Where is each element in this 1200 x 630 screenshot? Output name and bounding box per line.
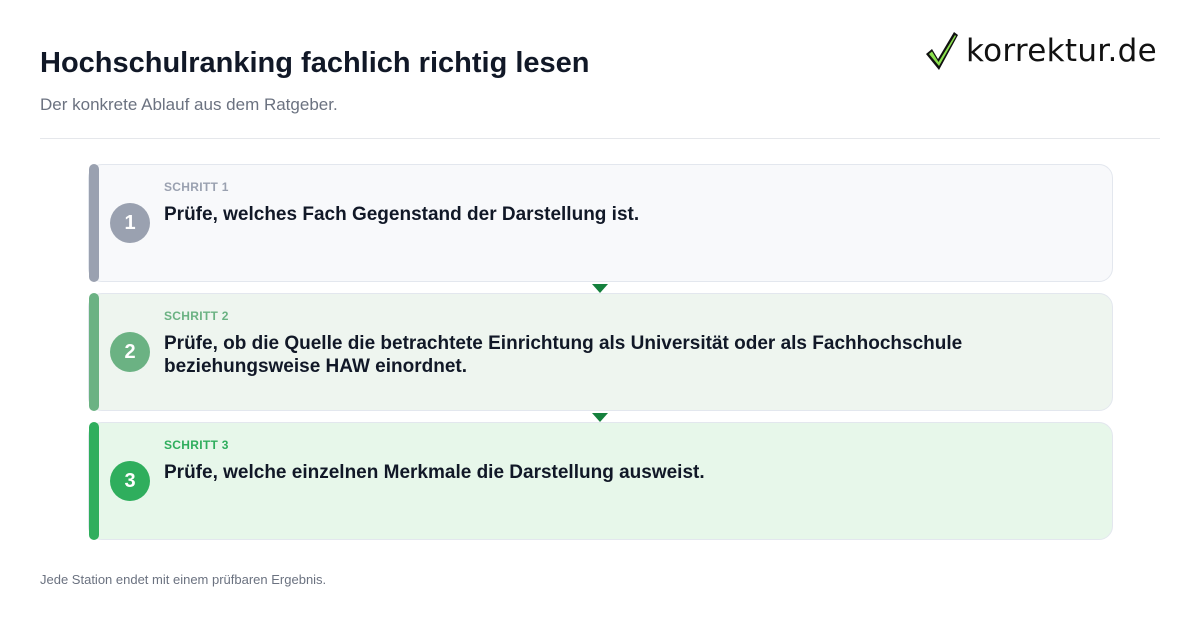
step-text: Prüfe, ob die Quelle die betrachtete Ein… xyxy=(164,333,963,377)
step-number-badge: 1 xyxy=(110,203,150,243)
page-subtitle: Der konkrete Ablauf aus dem Ratgeber. xyxy=(40,95,338,114)
step-accent-bar xyxy=(89,164,99,282)
footer-note: Jede Station endet mit einem prüfbaren E… xyxy=(40,572,327,587)
flow-arrow-icon xyxy=(592,413,608,422)
step-text: Prüfe, welche einzelnen Merkmale die Dar… xyxy=(164,462,705,483)
step-number-badge: 3 xyxy=(110,461,150,501)
step-card-3: 3 SCHRITT 3 Prüfe, welche einzelnen Merk… xyxy=(88,422,1113,540)
flow-arrow-icon xyxy=(592,284,608,293)
step-card-2: 2 SCHRITT 2 Prüfe, ob die Quelle die bet… xyxy=(88,293,1113,411)
step-accent-bar xyxy=(89,422,99,540)
header-divider xyxy=(40,138,1160,139)
step-accent-bar xyxy=(89,293,99,411)
steps-flow: 1 SCHRITT 1 Prüfe, welches Fach Gegensta… xyxy=(88,164,1113,551)
step-text: Prüfe, welches Fach Gegenstand der Darst… xyxy=(164,204,640,225)
step-label: SCHRITT 1 xyxy=(164,180,229,194)
logo-text: korrektur.de xyxy=(965,33,1157,69)
step-card-1: 1 SCHRITT 1 Prüfe, welches Fach Gegensta… xyxy=(88,164,1113,282)
brand-logo[interactable]: korrektur.de xyxy=(924,30,1157,72)
step-label: SCHRITT 2 xyxy=(164,309,229,323)
step-label: SCHRITT 3 xyxy=(164,438,229,452)
checkmark-icon xyxy=(925,32,958,70)
step-number-badge: 2 xyxy=(110,332,150,372)
